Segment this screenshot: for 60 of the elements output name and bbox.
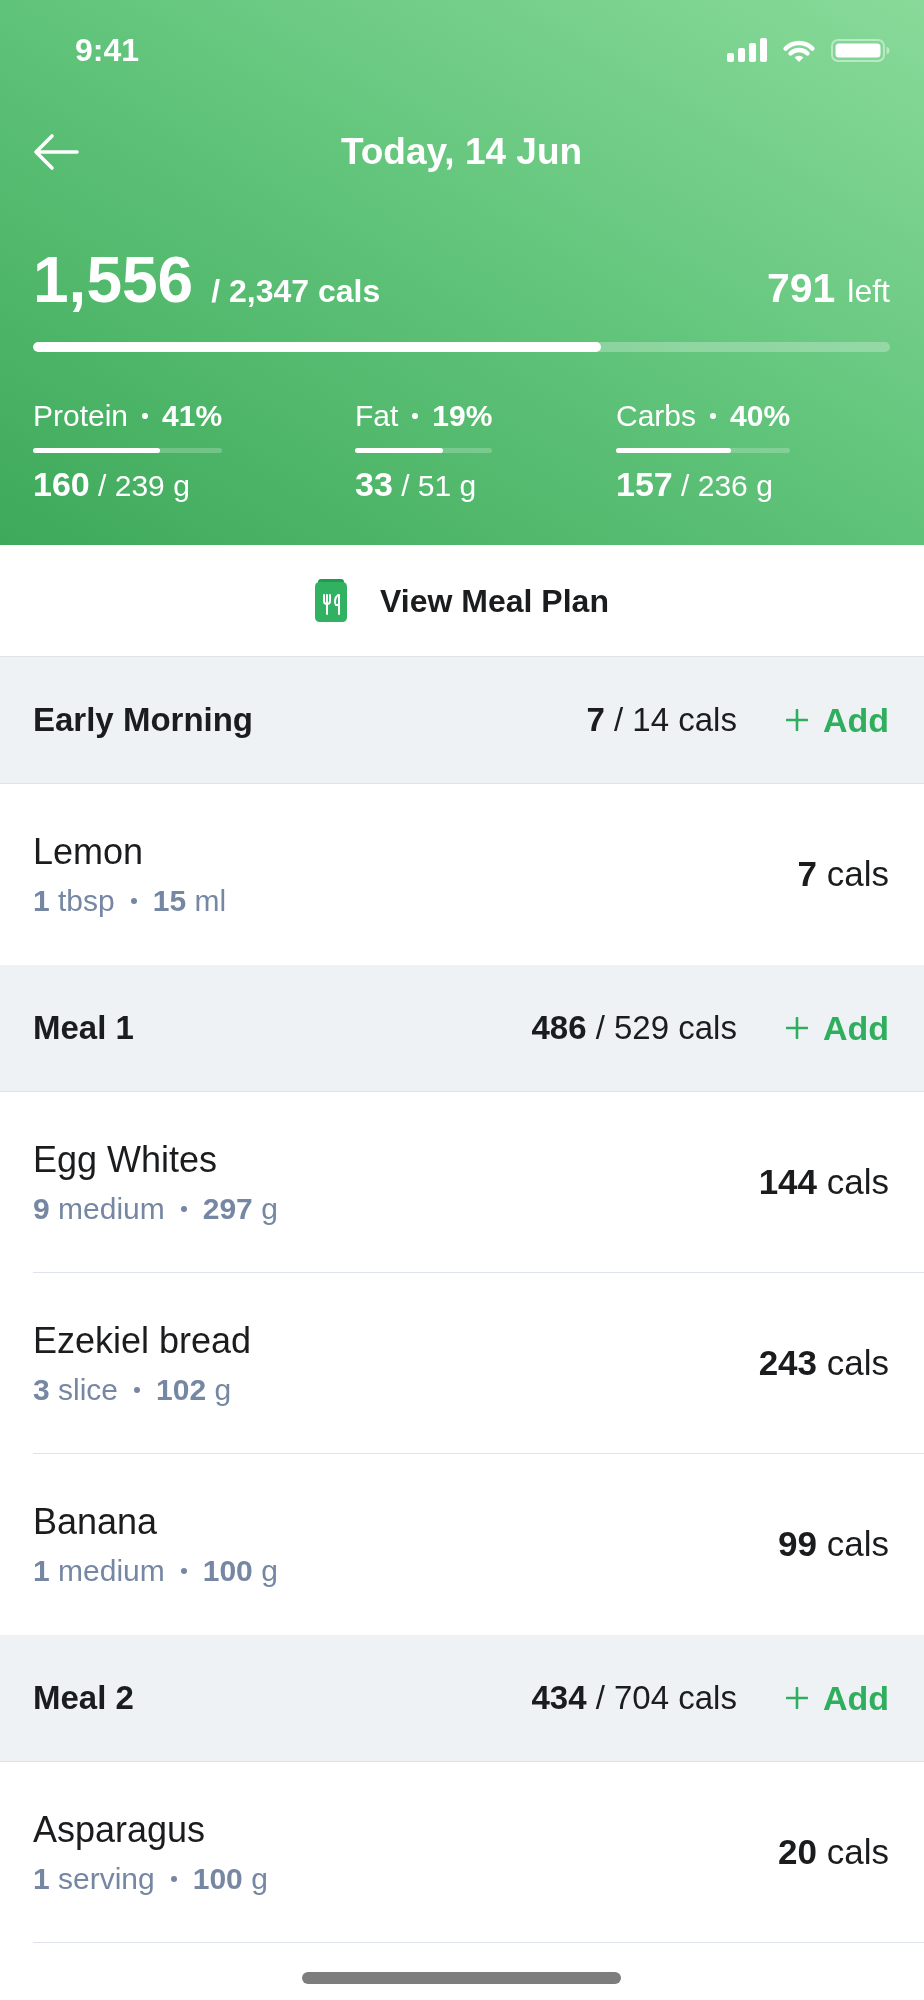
meal-calories: 486 / 529 cals [531, 1008, 737, 1049]
battery-icon [831, 38, 890, 62]
food-name: Egg Whites [33, 1137, 219, 1182]
meal-calories: 7 / 14 cals [586, 700, 737, 741]
separator-dot-icon [180, 1568, 187, 1574]
macro-percent: 40% [730, 398, 791, 434]
back-arrow-icon [33, 133, 79, 171]
add-food-button[interactable]: Add [785, 1007, 889, 1049]
macro-percent: 41% [162, 398, 223, 434]
meal-name: Early Morning [33, 700, 254, 741]
add-food-button[interactable]: Add [785, 1677, 889, 1719]
serving-size: 1 medium [33, 1553, 165, 1589]
add-food-button[interactable]: Add [785, 699, 889, 741]
food-weight: 100 g [202, 1553, 278, 1589]
cutlery-book-icon [315, 579, 348, 622]
serving-size: 1 serving [33, 1860, 155, 1897]
separator-dot-icon [170, 1875, 177, 1882]
food-calories: 144 cals [758, 1160, 889, 1203]
macro-name: Carbs [616, 398, 697, 434]
macro-amount: 157 / 236 g [616, 465, 773, 505]
food-name: Banana [33, 1500, 159, 1544]
meal-name: Meal 2 [33, 1678, 134, 1719]
food-weight: 100 g [192, 1860, 268, 1897]
macro-amount: 160 / 239 g [33, 465, 190, 505]
plus-icon [785, 1017, 808, 1039]
food-calories: 99 cals [778, 1523, 889, 1566]
signal-icon [727, 38, 767, 62]
calories-target: / 2,347 cals [211, 275, 381, 307]
separator-dot-icon [130, 898, 137, 904]
food-name: Lemon [33, 830, 145, 874]
food-weight: 102 g [156, 1371, 232, 1408]
calories-remaining: 791 [766, 268, 836, 309]
food-weight: 15 ml [152, 883, 227, 919]
food-name: Asparagus [33, 1807, 207, 1852]
separator-dot-icon [142, 413, 149, 419]
separator-dot-icon [180, 1205, 187, 1212]
serving-size: 3 slice [33, 1371, 119, 1408]
separator-dot-icon [134, 1386, 141, 1393]
separator-dot-icon [412, 413, 419, 419]
meal-calories: 434 / 704 cals [531, 1678, 737, 1719]
serving-size: 1 tbsp [33, 883, 115, 919]
date-title: Today, 14 Jun [340, 129, 583, 174]
separator-dot-icon [710, 413, 717, 419]
back-button[interactable] [33, 133, 79, 171]
serving-size: 9 medium [33, 1190, 165, 1227]
plus-icon [785, 709, 808, 731]
macro-amount: 33 / 51 g [355, 465, 477, 505]
macro-name: Fat [355, 398, 399, 434]
food-weight: 297 g [202, 1190, 278, 1227]
food-calories: 243 cals [758, 1341, 889, 1384]
calories-consumed: 1,556 [33, 248, 194, 312]
macro-percent: 19% [432, 398, 493, 434]
plus-icon [785, 1687, 808, 1709]
food-name: Ezekiel bread [33, 1318, 252, 1363]
remaining-label: left [847, 275, 890, 307]
macro-name: Protein [33, 398, 129, 434]
status-time: 9:41 [75, 34, 140, 66]
food-calories: 7 cals [797, 853, 889, 896]
food-calories: 20 cals [778, 1830, 889, 1873]
meal-name: Meal 1 [33, 1008, 134, 1049]
